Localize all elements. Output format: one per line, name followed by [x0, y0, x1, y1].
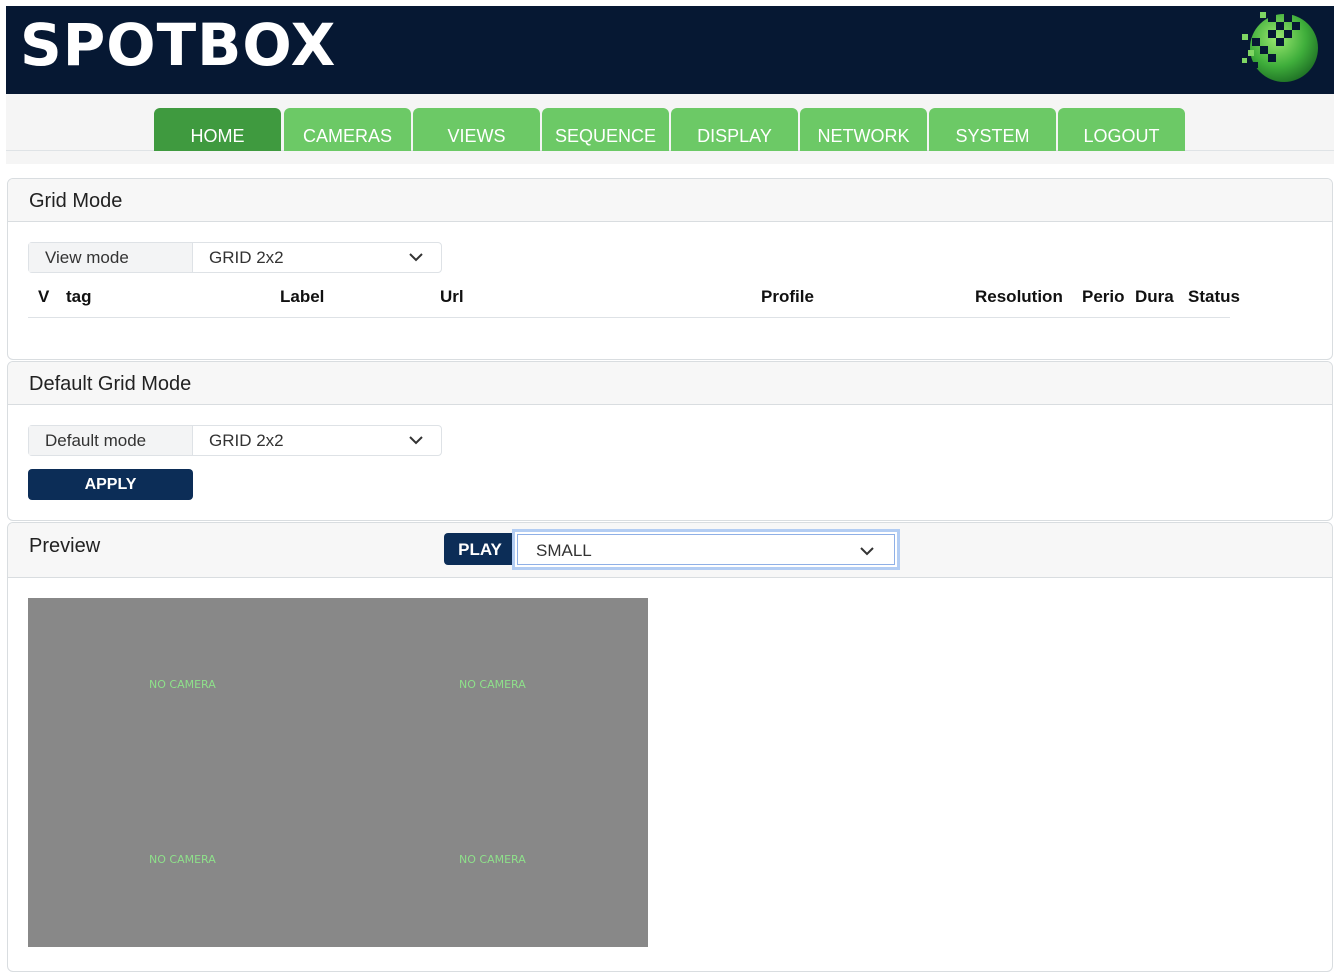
- tab-views[interactable]: VIEWS: [413, 108, 540, 151]
- column-header-label: Label: [280, 287, 325, 306]
- view-mode-label: View mode: [29, 243, 193, 272]
- tab-sequence[interactable]: SEQUENCE: [542, 108, 669, 151]
- app-header: SPOTBOX: [6, 6, 1334, 94]
- view-mode-value: GRID 2x2: [209, 248, 284, 267]
- sphere-grid-logo-icon: [1242, 12, 1318, 82]
- view-mode-select[interactable]: GRID 2x2: [193, 243, 441, 272]
- preview-size-select[interactable]: SMALL: [512, 529, 900, 570]
- camera-preview-grid: NO CAMERA NO CAMERA NO CAMERA NO CAMERA: [28, 598, 648, 947]
- brand-logo-text: SPOTBOX: [20, 11, 337, 79]
- chevron-down-icon: [860, 547, 874, 556]
- column-header-url: Url: [440, 287, 464, 306]
- default-grid-mode-card-header: Default Grid Mode: [8, 362, 1332, 405]
- preview-size-value-box: SMALL: [517, 534, 895, 565]
- column-header-tag: tag: [66, 287, 92, 306]
- tab-cameras[interactable]: CAMERAS: [284, 108, 411, 151]
- table-header-divider: [28, 317, 1230, 318]
- tab-network[interactable]: NETWORK: [800, 108, 927, 151]
- view-mode-select-group: View mode GRID 2x2: [28, 242, 442, 273]
- no-camera-cell-1: NO CAMERA: [149, 678, 216, 691]
- column-header-v: V: [38, 287, 50, 306]
- tab-system[interactable]: SYSTEM: [929, 108, 1056, 151]
- tab-home[interactable]: HOME: [154, 108, 281, 151]
- default-mode-select[interactable]: GRID 2x2: [193, 426, 441, 455]
- column-header-status: Status: [1188, 287, 1240, 306]
- column-header-resolution: Resolution: [975, 287, 1063, 306]
- grid-mode-card-header: Grid Mode: [8, 179, 1332, 222]
- chevron-down-icon: [409, 436, 423, 445]
- chevron-down-icon: [409, 253, 423, 262]
- default-grid-mode-title: Default Grid Mode: [29, 373, 192, 395]
- no-camera-cell-3: NO CAMERA: [149, 853, 216, 866]
- column-header-profile: Profile: [761, 287, 814, 306]
- default-mode-label: Default mode: [29, 426, 193, 455]
- preview-title: Preview: [29, 535, 101, 557]
- column-header-period: Perio: [1082, 287, 1125, 306]
- play-button[interactable]: PLAY: [444, 533, 516, 565]
- tab-display[interactable]: DISPLAY: [671, 108, 798, 151]
- apply-button[interactable]: APPLY: [28, 469, 193, 500]
- grid-mode-card: Grid Mode View mode GRID 2x2: [7, 178, 1333, 360]
- tab-logout[interactable]: LOGOUT: [1058, 108, 1185, 151]
- default-mode-value: GRID 2x2: [209, 431, 284, 450]
- grid-mode-title: Grid Mode: [29, 190, 123, 212]
- no-camera-cell-2: NO CAMERA: [459, 678, 526, 691]
- default-mode-select-group: Default mode GRID 2x2: [28, 425, 442, 456]
- column-header-duration: Dura: [1135, 287, 1174, 306]
- preview-size-value: SMALL: [536, 541, 592, 560]
- default-grid-mode-card: Default Grid Mode Default mode GRID 2x2: [7, 361, 1333, 521]
- no-camera-cell-4: NO CAMERA: [459, 853, 526, 866]
